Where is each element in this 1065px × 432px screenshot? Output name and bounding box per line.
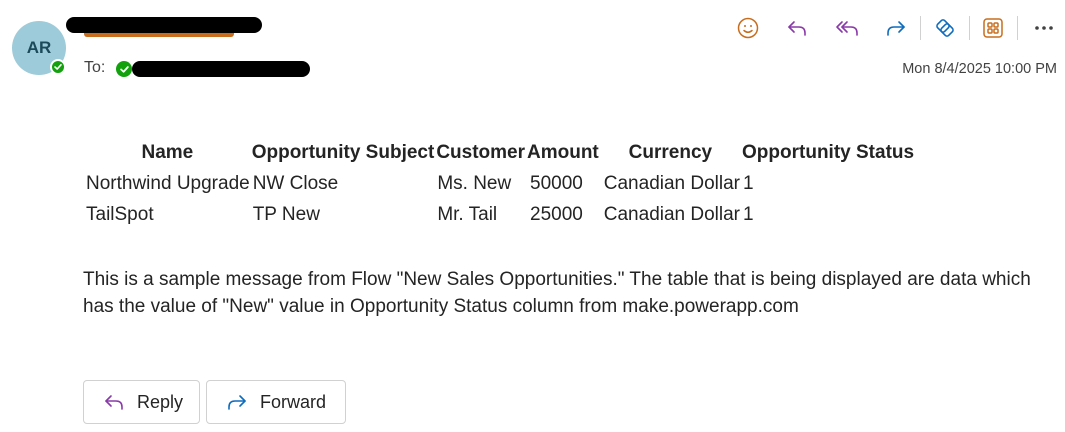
avatar-initials: AR — [26, 38, 52, 57]
message-body-text: This is a sample message from Flow "New … — [83, 269, 1031, 317]
loop-icon[interactable] — [927, 12, 963, 44]
toolbar-divider — [969, 16, 970, 40]
reply-icon — [102, 390, 126, 414]
toolbar-divider — [1017, 16, 1018, 40]
table-cell: 25000 — [530, 204, 583, 225]
column-header: Currency — [628, 142, 713, 163]
reply-icon[interactable] — [779, 12, 815, 44]
forward-icon — [225, 390, 249, 414]
emoji-icon[interactable] — [730, 12, 766, 44]
table-header-row: Name Opportunity Subject Customer Amount… — [84, 138, 915, 169]
recipient-name-redaction[interactable] — [132, 61, 310, 77]
table-cell: 50000 — [530, 173, 583, 194]
table-row: TailSpot TP New Mr. Tail 25000 Canadian … — [84, 200, 915, 231]
column-header: Opportunity Subject — [251, 142, 435, 163]
table-cell: Canadian Dollar — [603, 204, 741, 225]
column-header: Amount — [527, 142, 599, 163]
email-reading-pane: AR To: Mon 8/4/2025 10:00 PM Name Opport… — [0, 0, 1065, 432]
column-header: Customer — [436, 142, 525, 163]
column-header: Name — [141, 142, 194, 163]
presence-available-icon — [50, 59, 66, 75]
table-cell: TP New — [252, 204, 320, 225]
opportunity-table: Name Opportunity Subject Customer Amount… — [84, 138, 915, 231]
table-cell: Ms. New — [437, 173, 512, 194]
column-header: Opportunity Status — [742, 142, 915, 163]
table-cell: TailSpot — [86, 204, 154, 225]
recipient-presence-icon — [116, 61, 132, 77]
forward-label: Forward — [260, 391, 327, 412]
table-cell: 1 — [743, 204, 754, 225]
table-cell: Northwind Upgrade — [86, 173, 250, 194]
table-cell: 1 — [743, 173, 754, 194]
apps-icon[interactable] — [975, 12, 1011, 44]
table-cell: Canadian Dollar — [603, 173, 741, 194]
table-cell: Mr. Tail — [437, 204, 498, 225]
forward-button[interactable]: Forward — [206, 380, 346, 424]
more-icon[interactable] — [1026, 12, 1062, 44]
forward-icon[interactable] — [878, 12, 914, 44]
to-label: To: — [84, 59, 106, 76]
reply-label: Reply — [137, 391, 184, 412]
table-cell: NW Close — [252, 173, 339, 194]
table-row: Northwind Upgrade NW Close Ms. New 50000… — [84, 169, 915, 200]
sent-datetime: Mon 8/4/2025 10:00 PM — [902, 61, 1057, 77]
reply-all-icon[interactable] — [829, 12, 865, 44]
sender-name-redaction — [66, 17, 262, 33]
toolbar-divider — [920, 16, 921, 40]
reply-button[interactable]: Reply — [83, 380, 200, 424]
